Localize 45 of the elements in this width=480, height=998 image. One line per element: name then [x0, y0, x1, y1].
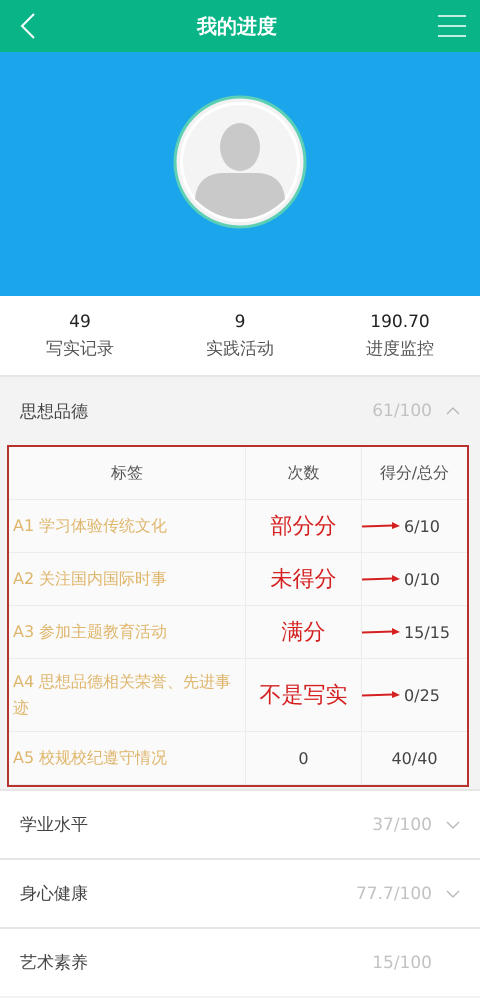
section-header[interactable]: 身心健康 77.7/100 — [0, 858, 480, 927]
annotation-arrow — [362, 575, 400, 583]
tag-cell: A2 关注国内国际时事 — [9, 553, 246, 606]
section-name: 艺术素养 — [20, 952, 88, 974]
column-header: 得分/总分 — [362, 447, 467, 500]
section-score: 15/100 — [372, 952, 432, 972]
stat-value: 190.70 — [370, 312, 430, 332]
chevron-up-icon[interactable] — [446, 406, 460, 416]
column-header: 标签 — [9, 447, 246, 500]
annotation-arrow — [362, 522, 400, 530]
avatar-icon — [173, 95, 307, 229]
score-cell: 0/25 — [404, 686, 440, 704]
section-header[interactable]: 艺术素养 15/100 — [0, 927, 480, 996]
back-icon[interactable] — [20, 13, 36, 39]
page-title: 我的进度 — [197, 12, 277, 40]
chevron-down-icon[interactable] — [446, 820, 460, 830]
stat-label: 实践活动 — [206, 338, 274, 360]
menu-icon[interactable] — [438, 15, 466, 37]
annotation-arrow — [362, 628, 400, 636]
score-cell: 6/10 — [404, 516, 440, 536]
stat-value: 9 — [234, 312, 246, 332]
chevron-down-icon[interactable] — [446, 888, 460, 898]
section-score: 77.7/100 — [356, 884, 432, 904]
annotation-text: 不是写实 — [260, 682, 348, 710]
section-score: 37/100 — [372, 814, 432, 834]
score-cell: 15/15 — [404, 622, 450, 642]
stat-label: 进度监控 — [366, 338, 434, 360]
annotation-arrow — [362, 691, 400, 699]
score-cell: 0/10 — [404, 570, 440, 588]
section-name: 学业水平 — [20, 814, 88, 836]
section-header[interactable]: 学业水平 37/100 — [0, 789, 480, 858]
score-cell: 40/40 — [391, 748, 438, 768]
section-name: 身心健康 — [20, 883, 88, 905]
column-header: 次数 — [246, 447, 362, 500]
section-name: 思想品德 — [20, 400, 88, 422]
tag-cell: A4 思想品德相关荣誉、先进事迹 — [9, 659, 246, 732]
tag-cell: A3 参加主题教育活动 — [9, 606, 246, 659]
tag-cell: A1 学习体验传统文化 — [9, 500, 246, 553]
stat-value: 49 — [69, 312, 91, 332]
tag-cell: A5 校规校纪遵守情况 — [9, 732, 246, 785]
stat-label: 写实记录 — [46, 338, 114, 360]
annotation-text: 部分分 — [270, 513, 336, 541]
annotation-text: 未得分 — [270, 566, 336, 594]
annotation-text: 满分 — [282, 619, 326, 647]
count-cell: 0 — [246, 732, 362, 785]
